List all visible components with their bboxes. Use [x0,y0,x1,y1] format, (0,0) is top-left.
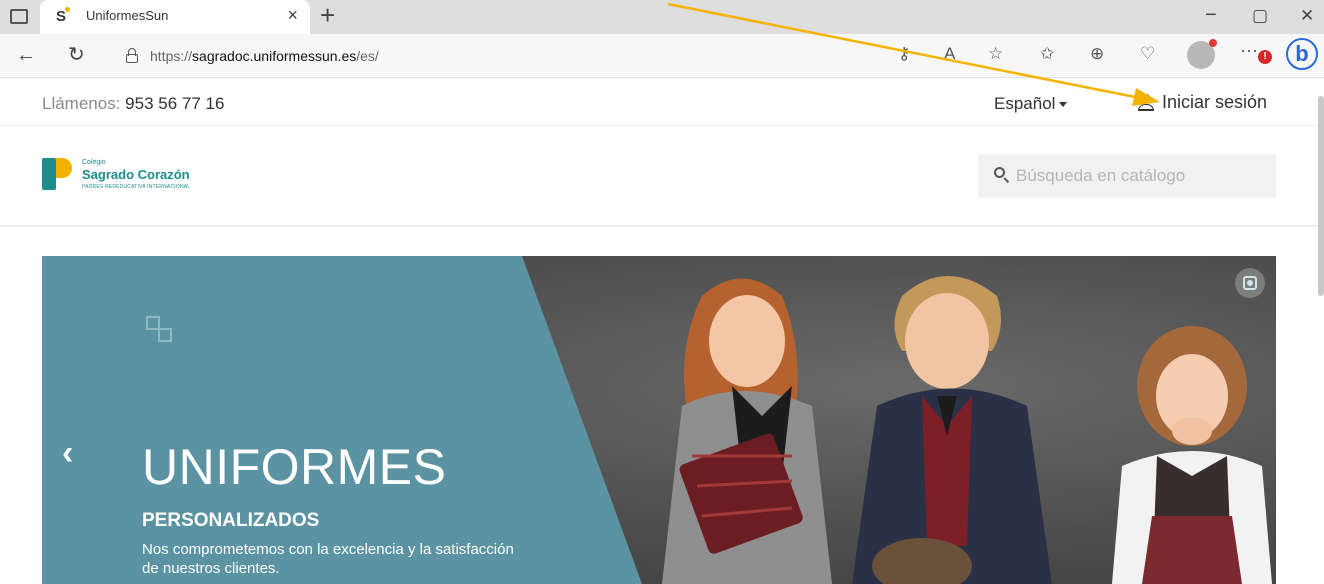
key-icon[interactable]: ⚷ [898,44,910,64]
tab-close-button[interactable]: × [287,5,298,26]
collections-icon[interactable]: ⊕ [1090,44,1104,64]
browser-essentials-icon[interactable]: ♡ [1140,44,1155,64]
browser-toolbar: ← ↻ https://sagradoc.uniformessun.es/es/… [0,34,1324,78]
close-window-button[interactable]: ✕ [1300,6,1314,26]
toddler-figure [1112,326,1272,584]
bing-copilot-icon[interactable]: b [1286,38,1318,70]
boy-figure [852,276,1052,584]
girl-figure [662,278,832,584]
page-scrollbar[interactable] [1318,96,1324,296]
more-options-button[interactable]: ··· [1240,40,1258,61]
hero-description: Nos comprometemos con la excelencia y la… [142,541,514,577]
browser-tab[interactable]: S UniformesSun × [40,0,310,34]
sidebar-toggle-icon[interactable] [10,9,28,24]
hero-subtitle: PERSONALIZADOS [142,510,320,531]
error-badge-icon: ! [1258,50,1272,64]
url-text[interactable]: https://sagradoc.uniformessun.es/es/ [150,48,379,64]
browser-tab-bar: S UniformesSun × + − ▢ ✕ [0,0,1324,34]
slider-prev-button[interactable]: ‹ [62,436,73,470]
hero-slider: ‹ UNIFORMES PERSONALIZADOS Nos compromet… [42,256,1276,584]
site-header: Colegio Sagrado Corazón PADRES REDEDUCAT… [0,127,1324,227]
catalog-search[interactable] [978,154,1276,198]
caret-down-icon [1059,102,1068,108]
site-top-bar: Llámenos: 953 56 77 16 Español Iniciar s… [0,78,1324,126]
site-favicon-icon: S [56,7,72,25]
logo-tagline: PADRES REDEDUCATIVA INTERNACIONAL [82,184,191,190]
user-icon[interactable] [1138,94,1154,111]
read-aloud-icon[interactable]: A [944,44,955,64]
back-arrow-icon[interactable]: ← [16,44,36,66]
phone-contact: Llámenos: 953 56 77 16 [42,94,225,113]
logo-small-text: Colegio [82,159,106,166]
restore-button[interactable]: ▢ [1252,6,1268,26]
lock-icon [126,48,138,63]
decorative-squares-icon [146,316,176,346]
tab-title: UniformesSun [86,8,169,23]
logo-name[interactable]: Sagrado Corazón [82,167,190,182]
search-icon[interactable] [994,167,1010,184]
hero-title: UNIFORMES [142,439,447,495]
login-link[interactable]: Iniciar sesión [1162,92,1267,113]
school-logo-icon[interactable] [42,158,74,194]
visual-search-icon[interactable] [1235,268,1265,298]
favorites-list-icon[interactable]: ✩ [1040,44,1054,64]
address-bar[interactable]: https://sagradoc.uniformessun.es/es/ [110,40,870,72]
profile-avatar[interactable] [1187,39,1217,69]
minimize-button[interactable]: − [1205,4,1217,27]
search-input[interactable] [1016,162,1266,190]
language-selector[interactable]: Español [994,94,1068,114]
favorite-star-icon[interactable]: ☆ [988,44,1003,64]
phone-number: 953 56 77 16 [125,94,225,113]
new-tab-button[interactable]: + [320,0,335,30]
refresh-icon[interactable]: ↻ [68,44,85,66]
